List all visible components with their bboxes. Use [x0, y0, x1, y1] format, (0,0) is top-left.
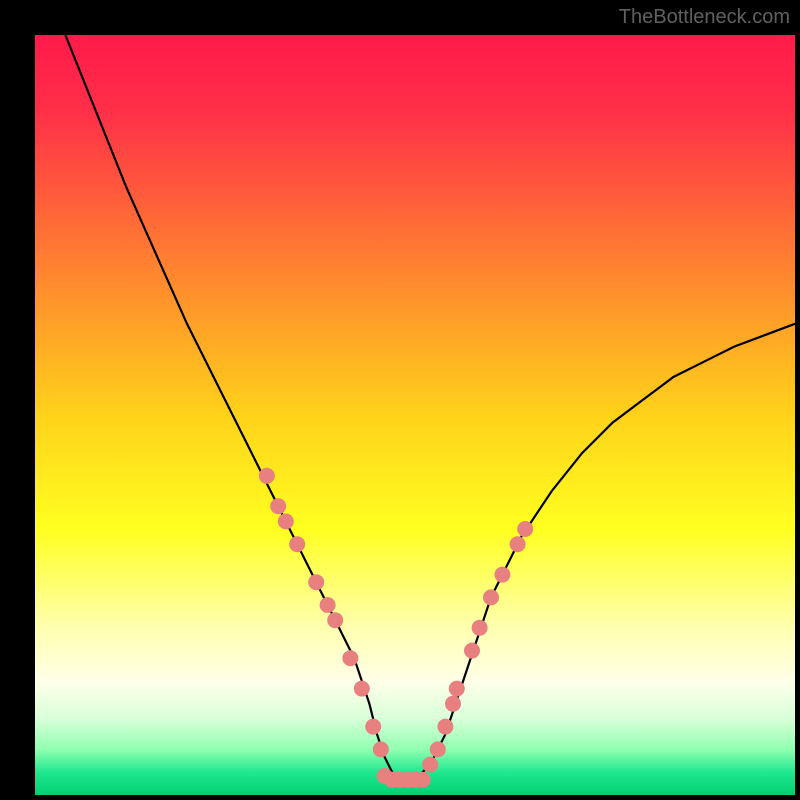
curve-marker — [517, 521, 533, 537]
curve-marker — [259, 468, 275, 484]
curve-marker — [483, 589, 499, 605]
watermark-text: TheBottleneck.com — [619, 6, 790, 29]
curve-marker — [270, 498, 286, 514]
curve-marker — [415, 772, 431, 788]
curve-marker — [494, 567, 510, 583]
curve-marker — [320, 597, 336, 613]
bottleneck-curve — [65, 35, 795, 780]
curve-marker — [449, 681, 465, 697]
curve-marker — [422, 757, 438, 773]
curve-marker — [327, 612, 343, 628]
curve-marker — [342, 650, 358, 666]
curve-marker — [289, 536, 305, 552]
curve-layer — [35, 35, 795, 795]
curve-marker — [365, 719, 381, 735]
curve-marker — [510, 536, 526, 552]
curve-marker — [308, 574, 324, 590]
plot-area — [35, 35, 795, 795]
curve-marker — [437, 719, 453, 735]
curve-marker — [430, 741, 446, 757]
curve-markers — [259, 468, 533, 788]
curve-marker — [354, 681, 370, 697]
curve-marker — [464, 643, 480, 659]
curve-marker — [373, 741, 389, 757]
curve-marker — [445, 696, 461, 712]
curve-marker — [278, 513, 294, 529]
curve-marker — [472, 620, 488, 636]
